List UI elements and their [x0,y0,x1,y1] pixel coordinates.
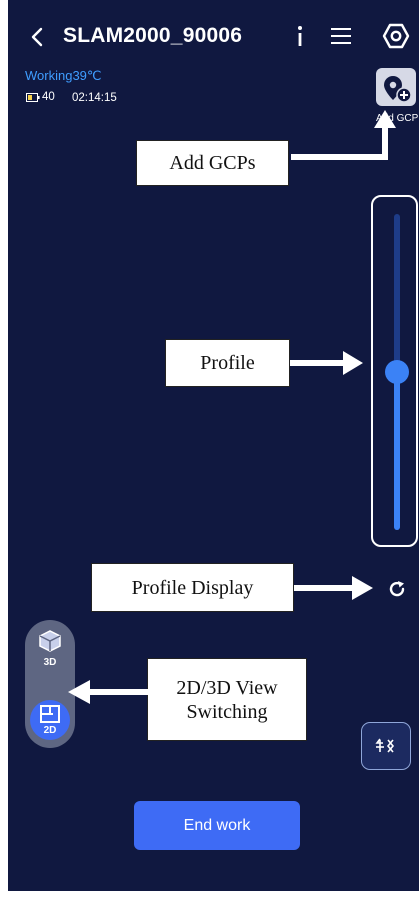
profile-slider-thumb[interactable] [385,360,409,384]
callout-arrow-add-gcps [291,110,396,160]
menu-icon[interactable] [330,26,352,46]
profile-slider-track[interactable] [385,214,409,530]
callout-view-switching: 2D/3D View Switching [147,658,307,741]
callout-profile: Profile [165,339,290,387]
callout-view-switching-line2: Switching [186,700,268,723]
3d-view-icon [39,630,61,652]
add-gcp-button[interactable] [376,68,418,106]
battery-icon [26,92,40,102]
swap-icon [375,738,395,753]
battery-indicator: 40 [26,91,55,103]
working-status: Working39℃ [25,68,102,83]
callout-arrow-profile-display [294,576,373,600]
info-icon[interactable] [294,24,306,48]
refresh-icon[interactable] [387,579,407,599]
back-icon[interactable] [30,27,44,47]
view-2d-button[interactable]: 2D [30,700,70,740]
settings-icon[interactable] [382,22,410,50]
callout-view-switching-line1: 2D/3D View [176,676,278,699]
callout-arrow-profile [290,351,363,375]
swap-button[interactable] [361,722,411,770]
callout-profile-display: Profile Display [91,563,294,612]
elapsed-time: 02:14:15 [72,92,117,104]
view-3d-button[interactable]: 3D [30,628,70,674]
view-3d-label: 3D [43,657,57,668]
add-location-icon [376,68,416,106]
view-2d-label: 2D [43,725,57,736]
end-work-button[interactable]: End work [134,801,300,850]
profile-slider-fill [394,372,400,530]
battery-level: 40 [42,91,55,103]
page-title: SLAM2000_90006 [63,24,243,47]
callout-arrow-view-switching [68,680,148,704]
2d-view-icon [40,705,60,723]
callout-add-gcps: Add GCPs [136,140,289,186]
